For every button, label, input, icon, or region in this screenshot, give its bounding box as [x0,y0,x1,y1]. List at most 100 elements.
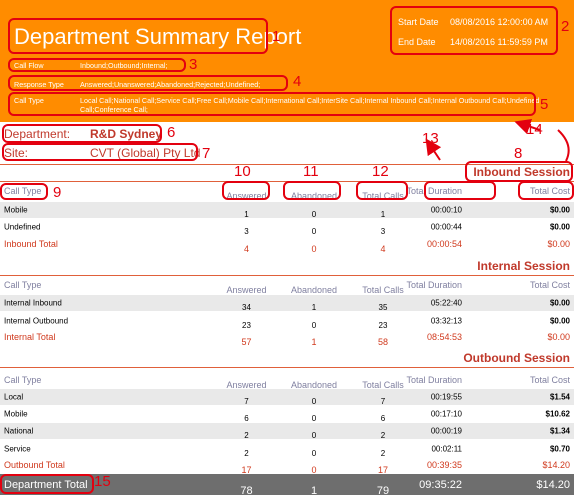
cell-cost: $0.00 [549,205,570,215]
divider [0,275,574,276]
annotation-number: 6 [167,124,176,141]
col-call-type: Call Type [4,375,42,385]
cell-answered-text: 2 [244,431,249,440]
annotation-number: 11 [303,163,319,180]
table-row: Local 7 0 7 00:19:55 $1.54 [0,389,574,406]
annotation-box [390,6,558,55]
cell-total-calls-text: 3 [380,227,386,236]
cell-duration: 00:00:19 [430,426,462,436]
col-abandoned-text: Abandoned [290,285,338,295]
internal-session-title: Internal Session [477,259,570,273]
annotation-number: 8 [514,145,523,162]
cell-abandoned-text: 0 [311,227,317,236]
annotation-box [8,92,536,116]
cell-call-type: Mobile [4,409,28,419]
cell-duration: 00:39:35 [426,460,462,470]
cell-cost: $0.00 [549,222,570,232]
cell-total-calls-text: 7 [380,397,386,406]
table-row: Internal Outbound 23 0 23 03:32:13 $0.00 [0,313,574,331]
cell-total-calls-text: 1 [380,210,386,219]
annotation-box [8,75,288,91]
cell-cost: $0.00 [547,239,570,249]
cell-abandoned-text: 0 [311,210,317,219]
table-row: Service 2 0 2 00:02:11 $0.70 [0,441,574,459]
cell-abandoned-text: 0 [311,397,317,406]
cell-cost: $10.62 [545,409,570,419]
table-row: National 2 0 2 00:00:19 $1.34 [0,423,574,440]
cell-cost: $0.00 [547,332,570,342]
cell-duration: 09:35:22 [419,478,462,491]
annotation-box [2,143,198,161]
col-answered-text: Answered [226,285,267,295]
cell-call-type: National [4,426,34,436]
table-row: Undefined 3 0 3 00:00:44 $0.00 [0,219,574,237]
cell-answered-text: 1 [244,210,249,219]
table-header: Call Type Answered Abandoned Total Calls… [0,277,574,295]
arrow-14-tail [557,129,570,162]
annotation-box [356,181,408,200]
annotation-box [283,181,341,200]
annotation-box [424,181,496,200]
cell-total-calls-text: 4 [380,244,386,254]
cell-cost: $1.34 [549,426,570,436]
cell-cost: $14.20 [536,478,570,491]
cell-duration: 03:32:13 [430,316,462,326]
annotation-number: 2 [561,18,570,35]
annotation-number: 7 [202,145,211,162]
cell-cost: $0.00 [549,298,570,308]
col-total-calls-text: Total Calls [362,285,404,295]
table-row: Mobile 1 0 1 00:00:10 $0.00 [0,202,574,219]
annotation-number: 4 [293,73,302,90]
table-header: Call Type Answered Abandoned Total Calls… [0,372,574,390]
cell-cost: $1.54 [549,392,570,402]
cell-cost: $0.70 [549,444,570,454]
cell-duration: 00:00:54 [426,239,462,249]
col-call-type: Call Type [4,280,42,290]
total-row: Inbound Total 4 0 4 00:00:54 $0.00 [0,236,574,254]
total-row: Outbound Total 17 0 17 00:39:35 $14.20 [0,457,574,475]
cell-call-type: Inbound Total [4,239,58,249]
annotation-box [0,474,94,494]
annotation-number: 3 [189,56,198,73]
cell-answered-text: 57 [241,337,252,347]
cell-duration: 08:54:53 [426,332,462,342]
col-total-duration: Total Duration [406,375,462,385]
cell-total-calls-text: 35 [378,303,388,312]
cell-total-calls-text: 58 [377,337,389,347]
cell-cost: $14.20 [542,460,570,470]
cell-abandoned-text: 1 [311,337,317,347]
annotation-box [8,58,186,72]
annotation-box [518,181,574,200]
cell-call-type: Outbound Total [4,460,65,470]
cell-duration: 00:00:10 [430,205,462,215]
annotation-number: 15 [94,473,111,490]
cell-abandoned-text: 0 [311,414,317,423]
annotation-box [0,183,48,200]
cell-abandoned-text: 1 [310,484,318,495]
cell-duration: 00:19:55 [430,392,462,402]
annotation-number: 13 [422,130,439,147]
col-total-cost: Total Cost [529,375,570,385]
annotation-number: 14 [526,121,543,138]
cell-total-calls-text: 6 [380,414,386,423]
cell-abandoned-text: 1 [311,303,317,312]
cell-answered-text: 4 [243,244,250,254]
cell-abandoned-text: 0 [311,244,317,254]
cell-abandoned-text: 0 [311,431,317,440]
outbound-session-title: Outbound Session [463,351,570,365]
table-row: Mobile 6 0 6 00:17:10 $10.62 [0,406,574,424]
col-total-cost: Total Cost [529,280,570,290]
divider [0,367,574,368]
cell-answered-text: 6 [244,414,249,423]
cell-answered-text: 78 [240,484,253,495]
col-total-duration: Total Duration [406,280,462,290]
annotation-number: 10 [234,163,251,180]
cell-answered-text: 7 [244,397,249,406]
annotation-box [8,18,268,54]
cell-call-type: Internal Total [4,332,56,342]
annotation-number: 9 [53,184,62,201]
cell-total-calls-text: 2 [380,431,386,440]
cell-answered-text: 3 [244,227,249,236]
cell-duration: 00:17:10 [430,409,462,419]
cell-call-type: Service [4,444,31,454]
